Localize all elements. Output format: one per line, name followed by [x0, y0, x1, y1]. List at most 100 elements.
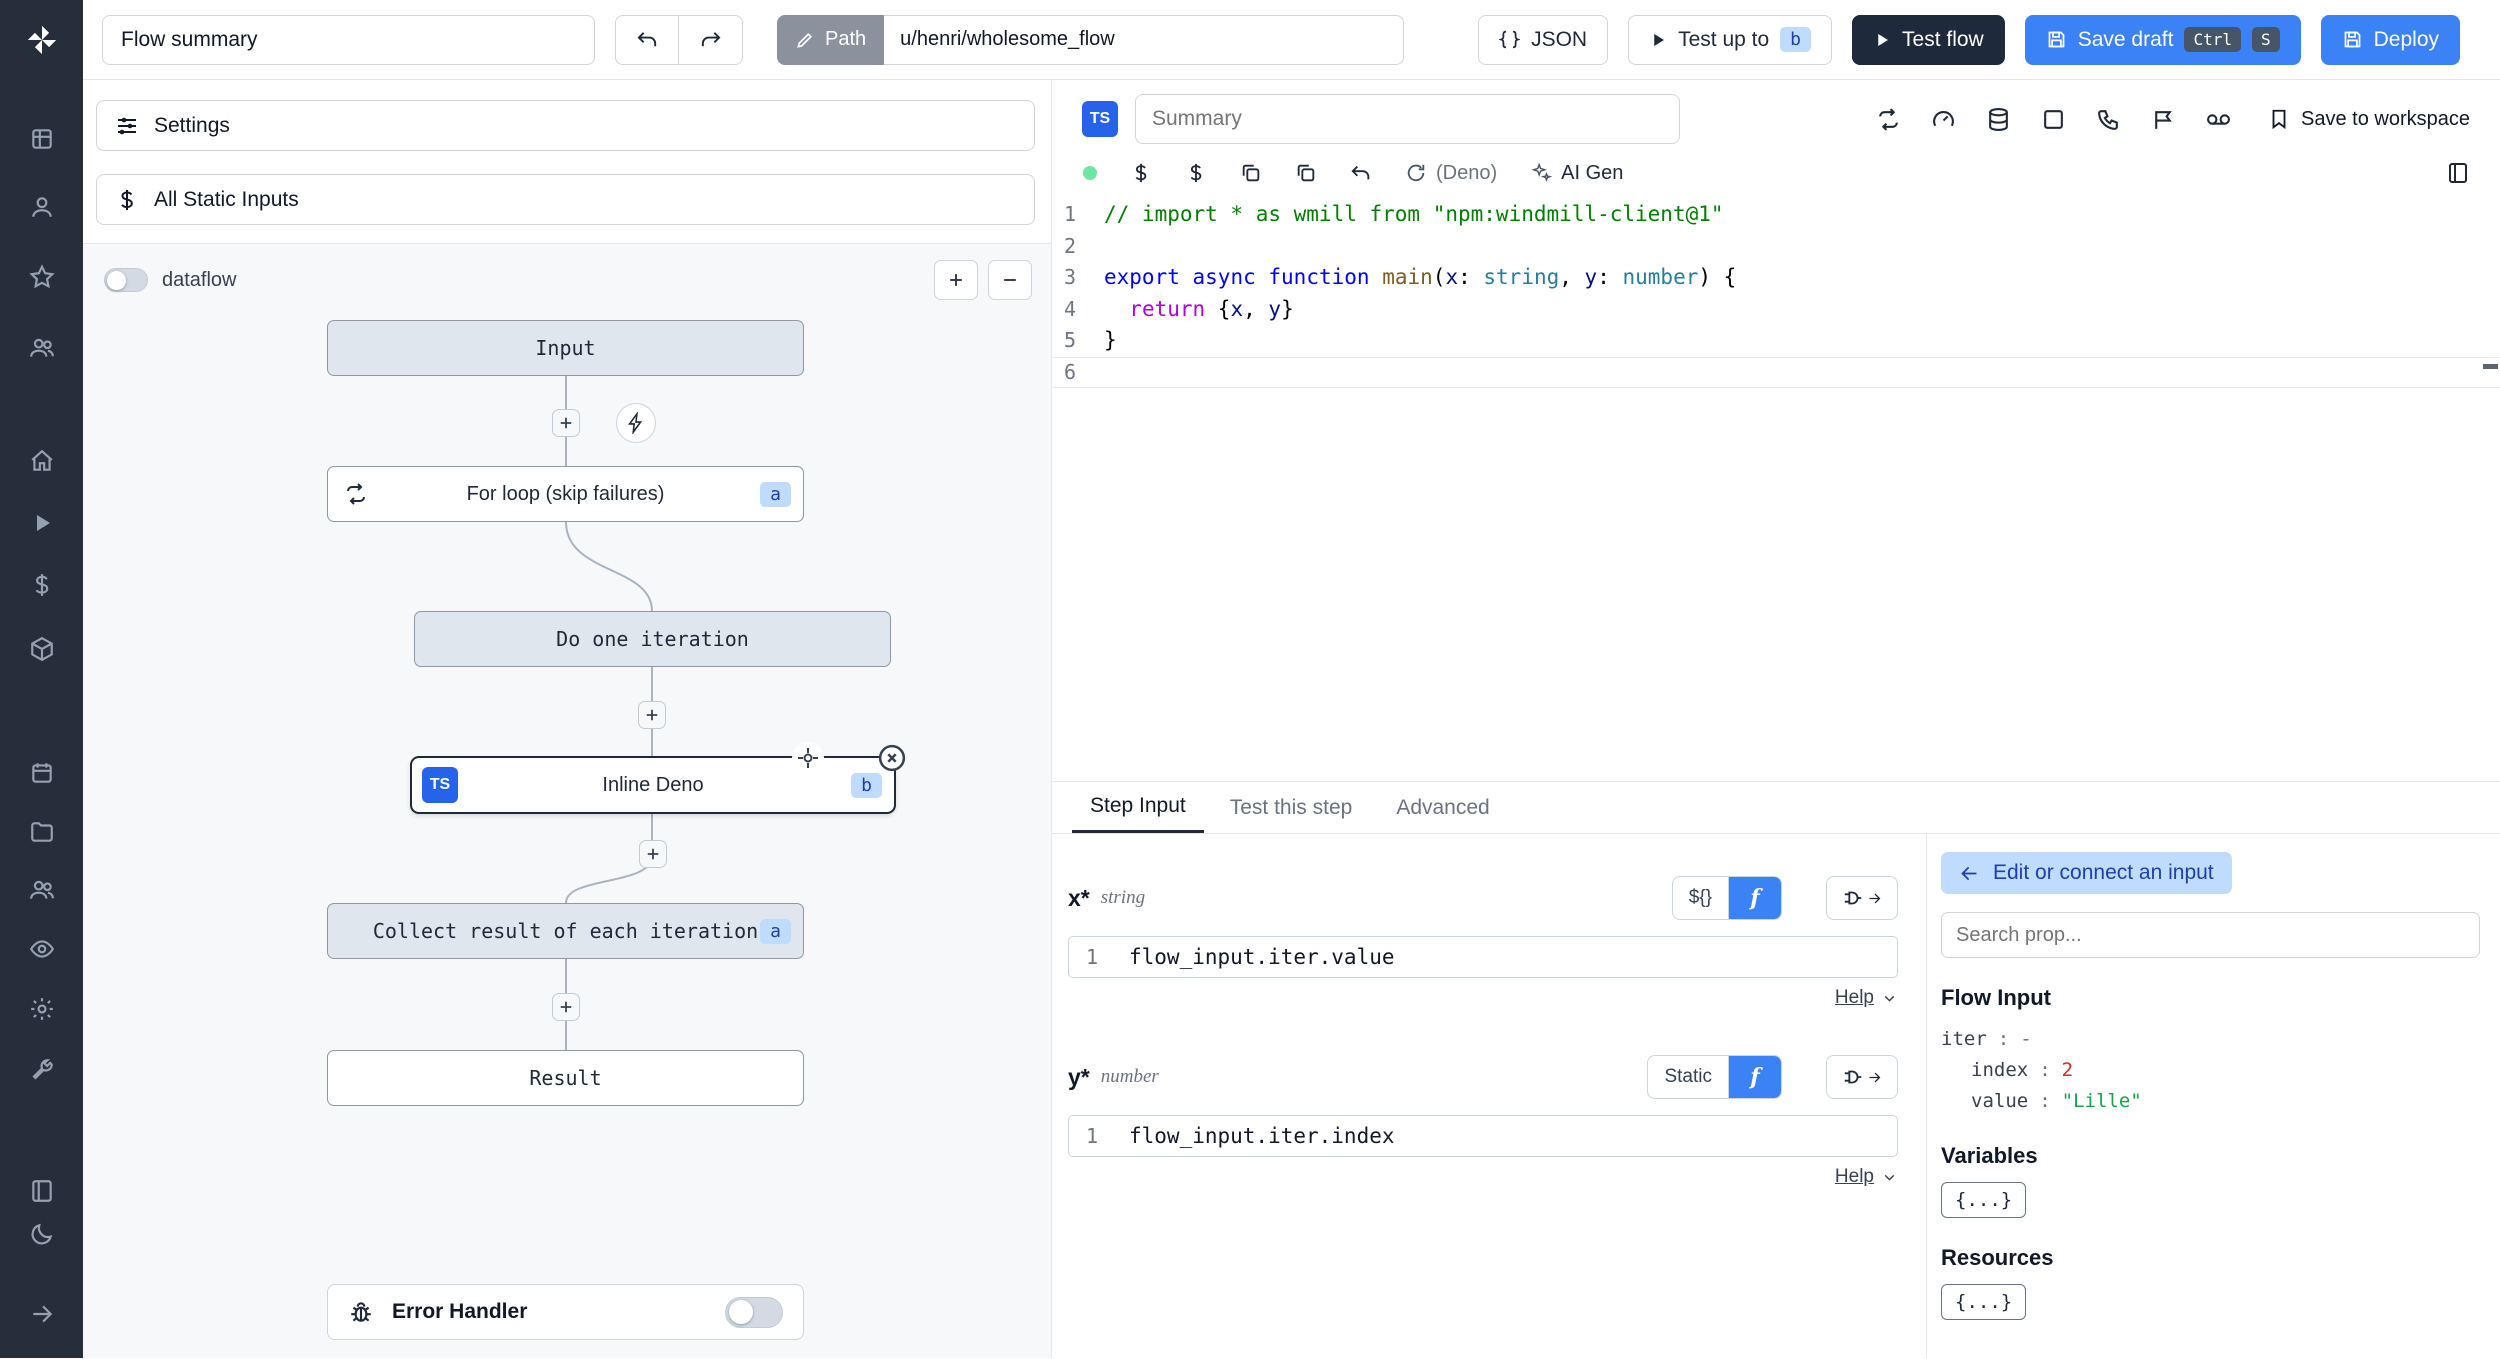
flow-node-collect[interactable]: Collect result of each iteration a: [327, 903, 804, 959]
static-mode-option[interactable]: Static: [1648, 1056, 1729, 1098]
test-flow-button[interactable]: Test flow: [1852, 14, 2005, 65]
deploy-label: Deploy: [2373, 27, 2439, 51]
chevron-down-icon[interactable]: [1881, 990, 1898, 1007]
code-line[interactable]: 5}: [1052, 325, 2500, 357]
loop-icon[interactable]: [1876, 107, 1901, 132]
flow-graph-panel: Settings All Static Inputs dataflow Inpu…: [83, 80, 1052, 1358]
redo-button[interactable]: [679, 14, 743, 65]
runtime-selector[interactable]: (Deno): [1405, 162, 1497, 185]
dataflow-toggle[interactable]: [104, 268, 148, 292]
database-icon[interactable]: [1986, 107, 2011, 132]
help-link-y[interactable]: Help: [1835, 1166, 1874, 1188]
flow-node-inline-deno[interactable]: TS Inline Deno b: [410, 742, 896, 814]
home-icon[interactable]: [29, 448, 55, 474]
variables-dollar-icon[interactable]: [29, 572, 55, 598]
flow-settings-button[interactable]: Settings: [96, 100, 1035, 151]
code-line[interactable]: 4 return {x, y}: [1052, 294, 2500, 326]
flow-node-iteration[interactable]: Do one iteration: [414, 611, 891, 667]
audit-eye-icon[interactable]: [29, 936, 55, 962]
flow-summary-input[interactable]: [102, 14, 595, 65]
flow-canvas[interactable]: dataflow Input For loop (skip failures) …: [83, 243, 1051, 1358]
expr-editor-x[interactable]: 1 flow_input.iter.value: [1068, 936, 1898, 978]
ai-gen-button[interactable]: AI Gen: [1530, 162, 1623, 185]
schedules-calendar-icon[interactable]: [29, 760, 55, 786]
connect-input-button-y[interactable]: [1826, 1055, 1898, 1099]
resources-object-chip[interactable]: {...}: [1941, 1284, 2027, 1320]
save-to-workspace-button[interactable]: Save to workspace: [2268, 108, 2470, 131]
stop-square-icon[interactable]: [2041, 107, 2066, 132]
edit-or-connect-button[interactable]: Edit or connect an input: [1941, 852, 2232, 894]
help-link-x[interactable]: Help: [1835, 987, 1874, 1009]
test-up-to-button[interactable]: Test up to b: [1628, 14, 1833, 65]
code-line[interactable]: 6: [1052, 357, 2500, 389]
dark-mode-moon-icon[interactable]: [29, 1221, 55, 1247]
expr-mode-option[interactable]: ${}: [1673, 877, 1729, 919]
search-prop-input[interactable]: [1941, 912, 2480, 958]
star-icon[interactable]: [29, 264, 55, 290]
step-summary-input[interactable]: [1135, 94, 1680, 144]
flow-node-input[interactable]: Input: [327, 320, 804, 376]
code-line[interactable]: 2: [1052, 231, 2500, 263]
path-input[interactable]: [884, 14, 1405, 65]
error-handler-row[interactable]: Error Handler: [327, 1284, 804, 1340]
copy-icon[interactable]: [1240, 162, 1262, 184]
groups-users-icon[interactable]: [29, 877, 55, 903]
variable-dollar-icon[interactable]: [1130, 162, 1152, 184]
add-step-button[interactable]: [638, 701, 666, 729]
folders-icon[interactable]: [29, 819, 55, 845]
flow-input-prop-value[interactable]: value: "Lille": [1941, 1085, 2480, 1116]
copy-icon[interactable]: [1295, 162, 1317, 184]
grid-icon[interactable]: [29, 126, 55, 152]
tab-test-this-step[interactable]: Test this step: [1212, 782, 1371, 833]
function-mode-option[interactable]: f: [1729, 877, 1781, 919]
save-draft-button[interactable]: Save draft Ctrl S: [2024, 14, 2301, 65]
reset-icon[interactable]: [1350, 162, 1372, 184]
windmill-logo-icon[interactable]: [25, 23, 59, 57]
code-line[interactable]: 3 export async function main(x: string, y…: [1052, 262, 2500, 294]
path-chip[interactable]: Path: [777, 14, 885, 65]
deploy-button[interactable]: Deploy: [2320, 14, 2460, 65]
docs-book-icon[interactable]: [29, 1178, 55, 1204]
flow-input-prop-iter[interactable]: iter: -: [1941, 1023, 2480, 1054]
code-line[interactable]: 1// import * as wmill from "npm:windmill…: [1052, 199, 2500, 231]
gauge-icon[interactable]: [1931, 107, 1956, 132]
move-node-handle[interactable]: [792, 742, 824, 774]
user-icon[interactable]: [29, 194, 55, 220]
undo-button[interactable]: [615, 14, 679, 65]
flow-node-forloop[interactable]: For loop (skip failures) a: [327, 466, 804, 522]
zoom-out-button[interactable]: [988, 260, 1032, 300]
library-book-icon[interactable]: [2446, 161, 2470, 185]
settings-gear-icon[interactable]: [29, 996, 55, 1022]
expand-sidebar-icon[interactable]: [29, 1301, 55, 1327]
tab-advanced[interactable]: Advanced: [1378, 782, 1507, 833]
flag-icon[interactable]: [2151, 107, 2176, 132]
trigger-bolt-button[interactable]: [616, 403, 656, 443]
add-step-button[interactable]: [552, 409, 580, 437]
add-step-button[interactable]: [639, 840, 667, 868]
voicemail-icon[interactable]: [2206, 107, 2231, 132]
tab-step-input[interactable]: Step Input: [1072, 782, 1204, 833]
flow-node-result[interactable]: Result: [327, 1050, 804, 1106]
resources-cube-icon[interactable]: [29, 636, 55, 662]
resource-dollar-icon[interactable]: [1185, 162, 1207, 184]
code-editor[interactable]: 1// import * as wmill from "npm:windmill…: [1052, 193, 2500, 388]
function-mode-option[interactable]: f: [1729, 1056, 1781, 1098]
add-step-button[interactable]: [552, 993, 580, 1021]
expr-editor-y[interactable]: 1 flow_input.iter.index: [1068, 1115, 1898, 1157]
runs-play-icon[interactable]: [30, 511, 54, 535]
all-static-inputs-button[interactable]: All Static Inputs: [96, 174, 1035, 225]
json-button[interactable]: JSON: [1478, 14, 1609, 65]
error-handler-toggle[interactable]: [725, 1296, 783, 1328]
workers-wrench-icon[interactable]: [29, 1057, 55, 1083]
users-icon[interactable]: [29, 335, 55, 361]
phone-icon[interactable]: [2096, 107, 2121, 132]
kbd-s: S: [2251, 27, 2280, 52]
zoom-in-button[interactable]: [934, 260, 978, 300]
connect-input-button-x[interactable]: [1826, 876, 1898, 920]
flow-input-prop-index[interactable]: index:2: [1941, 1054, 2480, 1085]
chevron-down-icon[interactable]: [1881, 1169, 1898, 1186]
ai-gen-label: AI Gen: [1561, 161, 1624, 184]
topbar: Path JSON Test up to b Test flow Save dr…: [83, 0, 2500, 80]
delete-node-button[interactable]: [876, 742, 908, 774]
variables-object-chip[interactable]: {...}: [1941, 1182, 2027, 1218]
